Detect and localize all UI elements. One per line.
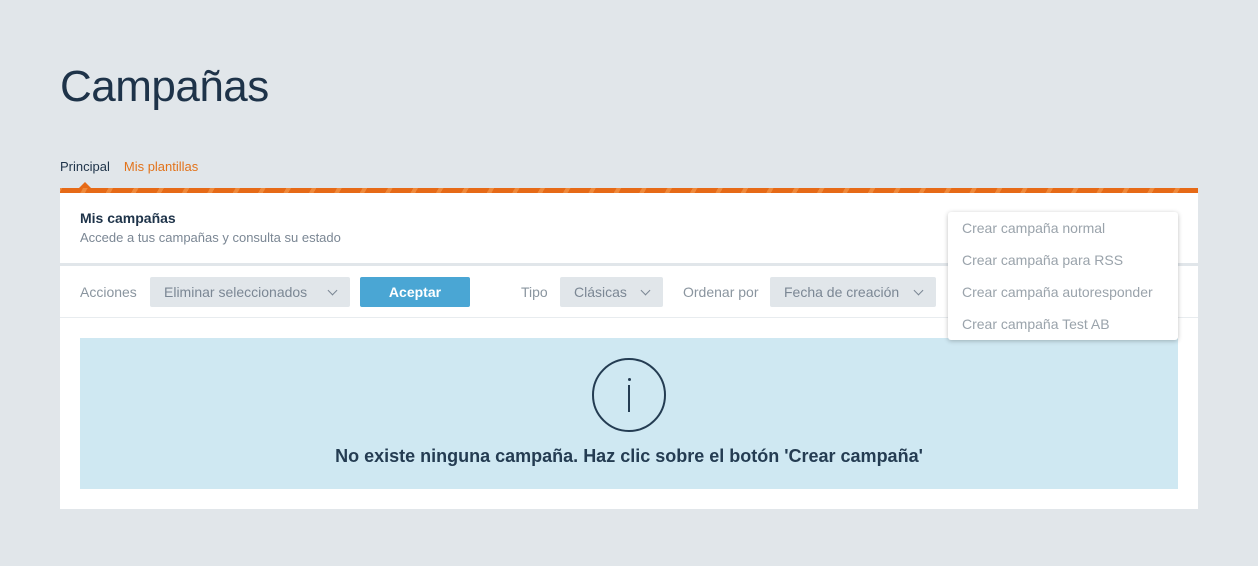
chevron-down-icon	[327, 285, 338, 296]
type-select-value: Clásicas	[574, 284, 627, 300]
empty-state: No existe ninguna campaña. Haz clic sobr…	[80, 338, 1178, 489]
type-label: Tipo	[521, 284, 548, 300]
menu-item-create-normal[interactable]: Crear campaña normal	[948, 212, 1178, 244]
create-campaign-menu: Crear campaña normal Crear campaña para …	[948, 212, 1178, 340]
type-select[interactable]: Clásicas	[560, 277, 663, 307]
actions-select[interactable]: Eliminar seleccionados	[150, 277, 350, 307]
panel-subtitle: Accede a tus campañas y consulta su esta…	[80, 230, 341, 245]
actions-select-value: Eliminar seleccionados	[164, 284, 308, 300]
tab-mis-plantillas[interactable]: Mis plantillas	[124, 158, 198, 188]
order-select[interactable]: Fecha de creación	[770, 277, 936, 307]
chevron-down-icon	[913, 285, 924, 296]
empty-state-message: No existe ninguna campaña. Haz clic sobr…	[335, 446, 923, 466]
menu-item-create-rss[interactable]: Crear campaña para RSS	[948, 244, 1178, 276]
tab-principal[interactable]: Principal	[60, 158, 110, 188]
order-label: Ordenar por	[683, 284, 759, 300]
menu-item-create-autoresponder[interactable]: Crear campaña autoresponder	[948, 276, 1178, 308]
page-title: Campañas	[60, 62, 269, 111]
order-select-value: Fecha de creación	[784, 284, 900, 300]
actions-label: Acciones	[80, 284, 137, 300]
accept-button[interactable]: Aceptar	[360, 277, 470, 307]
tab-list: Principal Mis plantillas	[60, 158, 198, 188]
panel-header: Mis campañas Accede a tus campañas y con…	[80, 210, 341, 245]
menu-item-create-test-ab[interactable]: Crear campaña Test AB	[948, 308, 1178, 340]
chevron-down-icon	[640, 285, 651, 296]
panel-title: Mis campañas	[80, 210, 176, 226]
info-icon	[592, 358, 666, 432]
